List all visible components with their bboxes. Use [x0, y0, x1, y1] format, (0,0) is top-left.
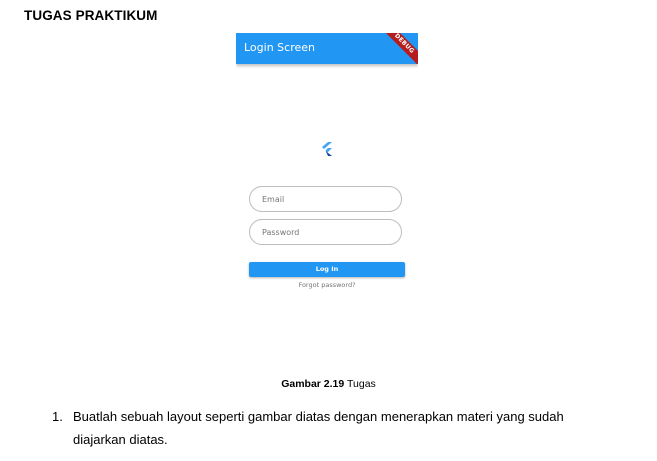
figure-caption-text: Tugas: [346, 378, 376, 390]
forgot-password-link[interactable]: Forgot password?: [249, 281, 405, 289]
task-text: Buatlah sebuah layout seperti gambar dia…: [73, 405, 643, 451]
debug-banner: DEBUG: [377, 33, 418, 64]
figure-caption: Gambar 2.19 Tugas: [0, 378, 657, 390]
flutter-logo-icon: [322, 142, 332, 156]
task-text-line: diajarkan diatas.: [73, 432, 168, 447]
task-number: 1.: [52, 409, 63, 424]
app-bar: Login Screen DEBUG: [236, 33, 418, 64]
email-input[interactable]: [249, 186, 402, 212]
password-input[interactable]: [249, 219, 402, 245]
figure-caption-label: Gambar 2.19: [281, 378, 345, 390]
login-button[interactable]: Log In: [249, 262, 405, 277]
app-bar-title: Login Screen: [244, 41, 315, 54]
phone-screenshot: Login Screen DEBUG Log In Forgot passwor…: [236, 33, 418, 366]
task-text-line: Buatlah sebuah layout seperti gambar dia…: [73, 409, 564, 424]
document-heading: TUGAS PRAKTIKUM: [24, 8, 158, 23]
